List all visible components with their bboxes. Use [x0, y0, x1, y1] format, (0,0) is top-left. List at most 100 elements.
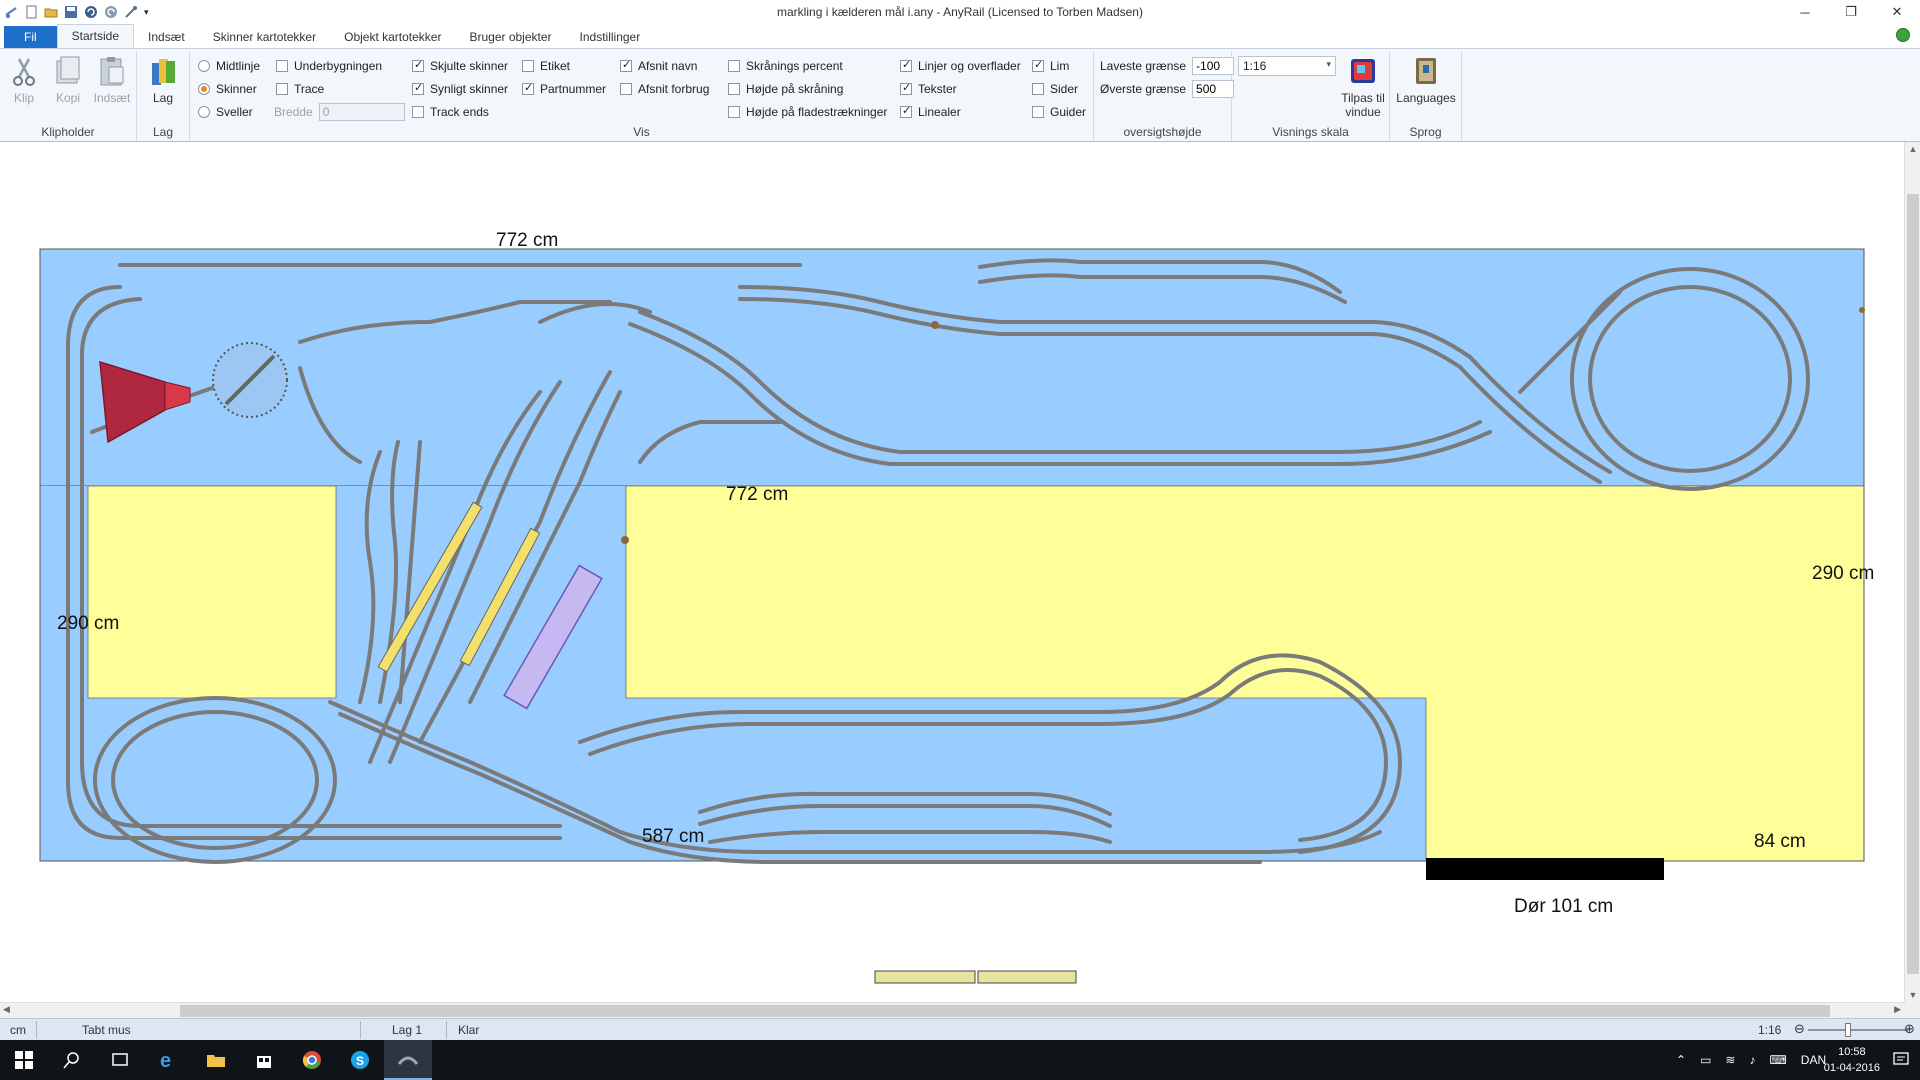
zoom-in-icon[interactable]: ⊕ [1904, 1021, 1915, 1037]
tab-indsaet[interactable]: Indsæt [134, 26, 199, 48]
tab-file[interactable]: Fil [4, 26, 57, 48]
check-linealer-box[interactable] [900, 104, 912, 118]
tray-chevron-up-icon[interactable]: ⌃ [1676, 1053, 1686, 1067]
check-trace[interactable]: Trace [276, 80, 324, 98]
copy-button[interactable]: Kopi [48, 55, 88, 105]
check-tekster-box[interactable] [900, 81, 912, 95]
tab-objekt-kartotekker[interactable]: Objekt kartotekker [330, 26, 455, 48]
loose-track-part-1[interactable] [874, 970, 976, 984]
fit-to-window-button[interactable]: Tilpas til vindue [1336, 55, 1390, 119]
high-limit-input[interactable] [1192, 80, 1235, 98]
check-tekster[interactable]: Tekster [900, 80, 957, 98]
tab-bruger-objekter[interactable]: Bruger objekter [455, 26, 565, 48]
languages-button[interactable]: Languages [1394, 55, 1458, 105]
check-afsnit-forbrug-box[interactable] [620, 83, 632, 95]
check-etiket[interactable]: Etiket [522, 57, 570, 75]
check-track-ends-box[interactable] [412, 106, 424, 118]
redo-icon[interactable] [104, 5, 118, 19]
scroll-right-icon[interactable]: ▶ [1894, 1004, 1901, 1015]
scale-dropdown[interactable]: 1:16 ▾ [1238, 56, 1336, 76]
check-underbygningen[interactable]: Underbygningen [276, 57, 382, 75]
keyboard-icon[interactable]: ⌨ [1769, 1053, 1786, 1067]
track-plan[interactable]: 772 cm 772 cm 290 cm 290 cm 587 cm 84 cm… [0, 142, 1904, 1002]
app-icon[interactable] [4, 5, 18, 19]
check-skjulte-skinner[interactable]: Skjulte skinner [412, 57, 508, 75]
check-trace-box[interactable] [276, 83, 288, 95]
check-sider[interactable]: Sider [1032, 80, 1078, 98]
check-linealer[interactable]: Linealer [900, 103, 961, 121]
check-guider[interactable]: Guider [1032, 103, 1086, 121]
notification-center-icon[interactable] [1892, 1050, 1912, 1070]
check-hojde-skraning[interactable]: Højde på skråning [728, 80, 843, 98]
tab-startside[interactable]: Startside [56, 24, 135, 48]
check-lim[interactable]: Lim [1032, 57, 1069, 75]
windows-start-icon[interactable] [0, 1040, 48, 1080]
check-lim-box[interactable] [1032, 58, 1044, 72]
battery-icon[interactable]: ▭ [1700, 1053, 1711, 1067]
check-track-ends[interactable]: Track ends [412, 103, 489, 121]
check-sider-box[interactable] [1032, 83, 1044, 95]
radio-skinner-control[interactable] [198, 83, 210, 95]
check-underbygningen-box[interactable] [276, 60, 288, 72]
check-skranings-percent[interactable]: Skrånings percent [728, 57, 843, 75]
check-skjulte-skinner-box[interactable] [412, 58, 424, 72]
layer-button[interactable]: Lag [143, 55, 183, 105]
low-limit-input[interactable] [1192, 57, 1235, 75]
check-synligt-skinner-box[interactable] [412, 81, 424, 95]
scroll-left-icon[interactable]: ◀ [3, 1004, 10, 1015]
scroll-down-icon[interactable]: ▼ [1905, 990, 1920, 1000]
input-language[interactable]: DAN [1801, 1053, 1826, 1067]
cut-button[interactable]: Klip [4, 55, 44, 105]
check-linjer-overflader[interactable]: Linjer og overflader [900, 57, 1021, 75]
anyrail-taskbar-icon[interactable] [384, 1040, 432, 1080]
chrome-icon[interactable] [288, 1040, 336, 1080]
vertical-scroll-thumb[interactable] [1907, 194, 1919, 974]
store-icon[interactable] [240, 1040, 288, 1080]
bredde-input[interactable] [318, 103, 405, 121]
tab-skinner-kartotekker[interactable]: Skinner kartotekker [199, 26, 330, 48]
horizontal-scrollbar[interactable]: ◀ ▶ [0, 1002, 1904, 1018]
check-partnummer[interactable]: Partnummer [522, 80, 606, 98]
check-partnummer-box[interactable] [522, 81, 534, 95]
check-etiket-box[interactable] [522, 60, 534, 72]
close-button[interactable]: ✕ [1874, 0, 1920, 24]
tools-icon[interactable] [124, 5, 138, 19]
paste-button[interactable]: Indsæt [92, 55, 132, 105]
task-view-icon[interactable] [96, 1040, 144, 1080]
zoom-out-icon[interactable]: ⊖ [1794, 1021, 1805, 1037]
horizontal-scroll-thumb[interactable] [180, 1005, 1830, 1017]
maximize-button[interactable]: ❐ [1828, 0, 1874, 24]
open-folder-icon[interactable] [44, 5, 58, 19]
check-hojde-skraning-box[interactable] [728, 83, 740, 95]
check-afsnit-forbrug[interactable]: Afsnit forbrug [620, 80, 709, 98]
wifi-icon[interactable]: ≋ [1725, 1053, 1735, 1067]
radio-sveller-control[interactable] [198, 106, 210, 118]
edge-browser-icon[interactable]: e [144, 1040, 192, 1080]
layout-canvas[interactable]: 772 cm 772 cm 290 cm 290 cm 587 cm 84 cm… [0, 142, 1904, 1002]
minimize-button[interactable]: ─ [1782, 0, 1828, 24]
tab-indstillinger[interactable]: Indstillinger [566, 26, 655, 48]
file-explorer-icon[interactable] [192, 1040, 240, 1080]
check-guider-box[interactable] [1032, 106, 1044, 118]
check-synligt-skinner[interactable]: Synligt skinner [412, 80, 508, 98]
search-icon[interactable] [48, 1040, 96, 1080]
radio-sveller[interactable]: Sveller [198, 103, 253, 121]
volume-icon[interactable]: ♪ [1749, 1053, 1755, 1067]
check-linjer-overflader-box[interactable] [900, 58, 912, 72]
zoom-slider-knob[interactable] [1845, 1023, 1851, 1037]
scroll-up-icon[interactable]: ▲ [1905, 144, 1920, 154]
check-afsnit-navn-box[interactable] [620, 58, 632, 72]
system-clock[interactable]: 10:58 01-04-2016 [1824, 1044, 1880, 1076]
check-hojde-flade-box[interactable] [728, 106, 740, 118]
radio-skinner[interactable]: Skinner [198, 80, 257, 98]
radio-midtlinje-control[interactable] [198, 60, 210, 72]
customize-arrow-icon[interactable]: ▾ [144, 5, 158, 19]
check-hojde-flade[interactable]: Højde på fladestrækninger [728, 103, 887, 121]
loose-track-part-2[interactable] [977, 970, 1077, 984]
check-skranings-percent-box[interactable] [728, 60, 740, 72]
skype-icon[interactable]: S [336, 1040, 384, 1080]
undo-icon[interactable] [84, 5, 98, 19]
zoom-slider-track[interactable] [1808, 1029, 1908, 1031]
radio-midtlinje[interactable]: Midtlinje [198, 57, 260, 75]
save-icon[interactable] [64, 5, 78, 19]
